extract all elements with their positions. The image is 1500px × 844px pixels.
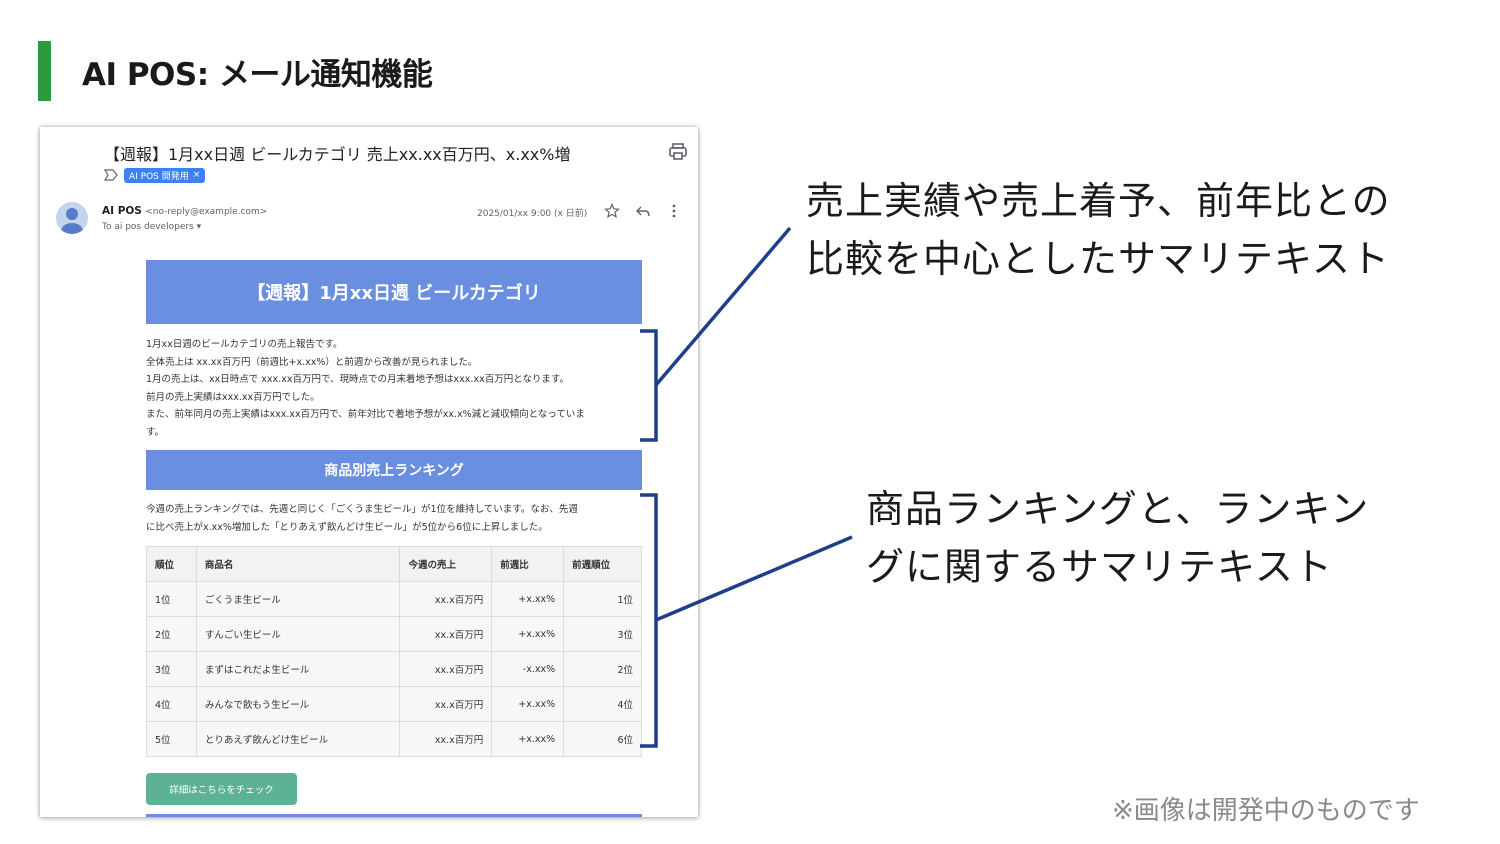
summary-line: 前月の売上実績はxxx.xx百万円でした。 — [146, 391, 320, 403]
label-arrow-icon — [104, 169, 118, 181]
cell-wow: +x.xx% — [491, 616, 565, 652]
summary-line: す。 — [146, 426, 165, 438]
star-icon[interactable] — [604, 203, 620, 219]
table-row: 2位 すんごい生ビール xx.x百万円 +x.xx% 3位 — [146, 616, 642, 652]
summary-line: 1月xx日週のビールカテゴリの売上報告です。 — [146, 339, 343, 350]
title-accent-bar — [38, 41, 51, 101]
ranking-callout-line: 商品ランキングと、ランキン — [866, 487, 1370, 531]
cell-sales: xx.x百万円 — [399, 721, 493, 757]
sender-email: <no-reply@example.com> — [145, 207, 268, 217]
cell-sales: xx.x百万円 — [399, 581, 493, 617]
cell-rank: 3位 — [146, 651, 197, 687]
sender-name: AI POS — [102, 205, 142, 217]
email-actions — [604, 203, 682, 219]
email-date: 2025/01/xx 9:00 (x 日前) — [477, 209, 588, 219]
header-product: 商品名 — [195, 546, 401, 582]
ranking-summary-text: 今週の売上ランキングでは、先週と同じく「ごくうま生ビール」が1位を維持しています… — [146, 501, 644, 536]
header-prev-rank: 前週順位 — [563, 546, 642, 582]
label-chip[interactable]: AI POS 開発用 × — [124, 167, 206, 183]
summary-callout-line: 比較を中心としたサマリテキスト — [806, 237, 1390, 281]
ranking-table: 順位 商品名 今週の売上 前週比 前週順位 1位 ごくうま生ビール xx.x百万… — [146, 546, 642, 757]
summary-callout-line: 売上実績や売上着予、前年比との — [806, 179, 1391, 223]
summary-line: 全体売上は xx.xx百万円（前週比+x.xx%）と前週から改善が見られました。 — [146, 356, 478, 368]
summary-text: 1月xx日週のビールカテゴリの売上報告です。 全体売上は xx.xx百万円（前週… — [146, 336, 644, 441]
cell-prev-rank: 3位 — [563, 616, 642, 652]
summary-line: 1月の売上は、xx日時点で xxx.xx百万円で、現時点での月末着地予想はxxx… — [146, 374, 569, 385]
cell-rank: 5位 — [146, 721, 197, 757]
cell-rank: 2位 — [146, 616, 197, 652]
email-bottom-bar — [146, 814, 642, 817]
email-banner: 【週報】1月xx日週 ビールカテゴリ — [146, 260, 642, 324]
cell-product: まずはこれだよ生ビール — [195, 651, 401, 687]
header-rank: 順位 — [146, 546, 197, 582]
cell-product: とりあえず飲んどけ生ビール — [195, 721, 401, 757]
header-wow: 前週比 — [491, 546, 565, 582]
ranking-summary-line: 今週の売上ランキングでは、先週と同じく「ごくうま生ビール」が1位を維持しています… — [146, 504, 578, 515]
table-row: 3位 まずはこれだよ生ビール xx.x百万円 -x.xx% 2位 — [146, 651, 642, 687]
details-button[interactable]: 詳細はこちらをチェック — [146, 773, 297, 805]
cell-prev-rank: 4位 — [563, 686, 642, 722]
cell-product: すんごい生ビール — [195, 616, 401, 652]
email-preview: 【週報】1月xx日週 ビールカテゴリ 売上xx.xx百万円、x.xx%増 AI … — [40, 127, 698, 817]
cell-prev-rank: 2位 — [563, 651, 642, 687]
ranking-summary-line: に比べ売上がx.xx%増加した「とりあえず飲んどけ生ビール」が5位から6位に上昇… — [146, 521, 548, 533]
cell-sales: xx.x百万円 — [399, 651, 493, 687]
ranking-callout-line: グに関するサマリテキスト — [866, 545, 1333, 589]
table-row: 4位 みんなで飲もう生ビール xx.x百万円 +x.xx% 4位 — [146, 686, 642, 722]
cell-wow: +x.xx% — [491, 581, 565, 617]
email-subject: 【週報】1月xx日週 ビールカテゴリ 売上xx.xx百万円、x.xx%増 — [104, 145, 571, 164]
more-vertical-icon[interactable] — [666, 203, 682, 219]
ranking-callout: 商品ランキングと、ランキン グに関するサマリテキスト — [866, 480, 1369, 596]
cell-prev-rank: 1位 — [563, 581, 642, 617]
cell-product: みんなで飲もう生ビール — [195, 686, 401, 722]
label-chip-text: AI POS 開発用 — [129, 171, 189, 182]
cell-sales: xx.x百万円 — [399, 616, 493, 652]
cell-rank: 4位 — [146, 686, 197, 722]
label-row: AI POS 開発用 × — [104, 167, 206, 183]
cell-sales: xx.x百万円 — [399, 686, 493, 722]
cell-wow: -x.xx% — [491, 651, 565, 687]
header-sales: 今週の売上 — [399, 546, 493, 582]
table-row: 5位 とりあえず飲んどけ生ビール xx.x百万円 +x.xx% 6位 — [146, 721, 642, 757]
person-avatar-icon — [56, 202, 88, 234]
table-row: 1位 ごくうま生ビール xx.x百万円 +x.xx% 1位 — [146, 581, 642, 617]
summary-callout: 売上実績や売上着予、前年比との 比較を中心としたサマリテキスト — [806, 172, 1391, 288]
ranking-section-title: 商品別売上ランキング — [146, 450, 642, 490]
sender: AI POS <no-reply@example.com> — [102, 205, 267, 217]
footnote: ※画像は開発中のものです — [1112, 796, 1420, 826]
cell-wow: +x.xx% — [491, 686, 565, 722]
cell-rank: 1位 — [146, 581, 197, 617]
table-header-row: 順位 商品名 今週の売上 前週比 前週順位 — [146, 546, 642, 582]
cell-prev-rank: 6位 — [563, 721, 642, 757]
label-close-icon[interactable]: × — [193, 170, 201, 180]
summary-line: また、前年同月の売上実績はxxx.xx百万円で、前年対比で着地予想がxx.x%減… — [146, 409, 585, 420]
recipients-dropdown[interactable]: To ai pos developers ▾ — [102, 222, 201, 232]
cell-wow: +x.xx% — [491, 721, 565, 757]
cell-product: ごくうま生ビール — [195, 581, 401, 617]
printer-icon[interactable] — [668, 143, 688, 161]
slide-title: AI POS: メール通知機能 — [82, 57, 433, 93]
reply-icon[interactable] — [635, 203, 651, 219]
